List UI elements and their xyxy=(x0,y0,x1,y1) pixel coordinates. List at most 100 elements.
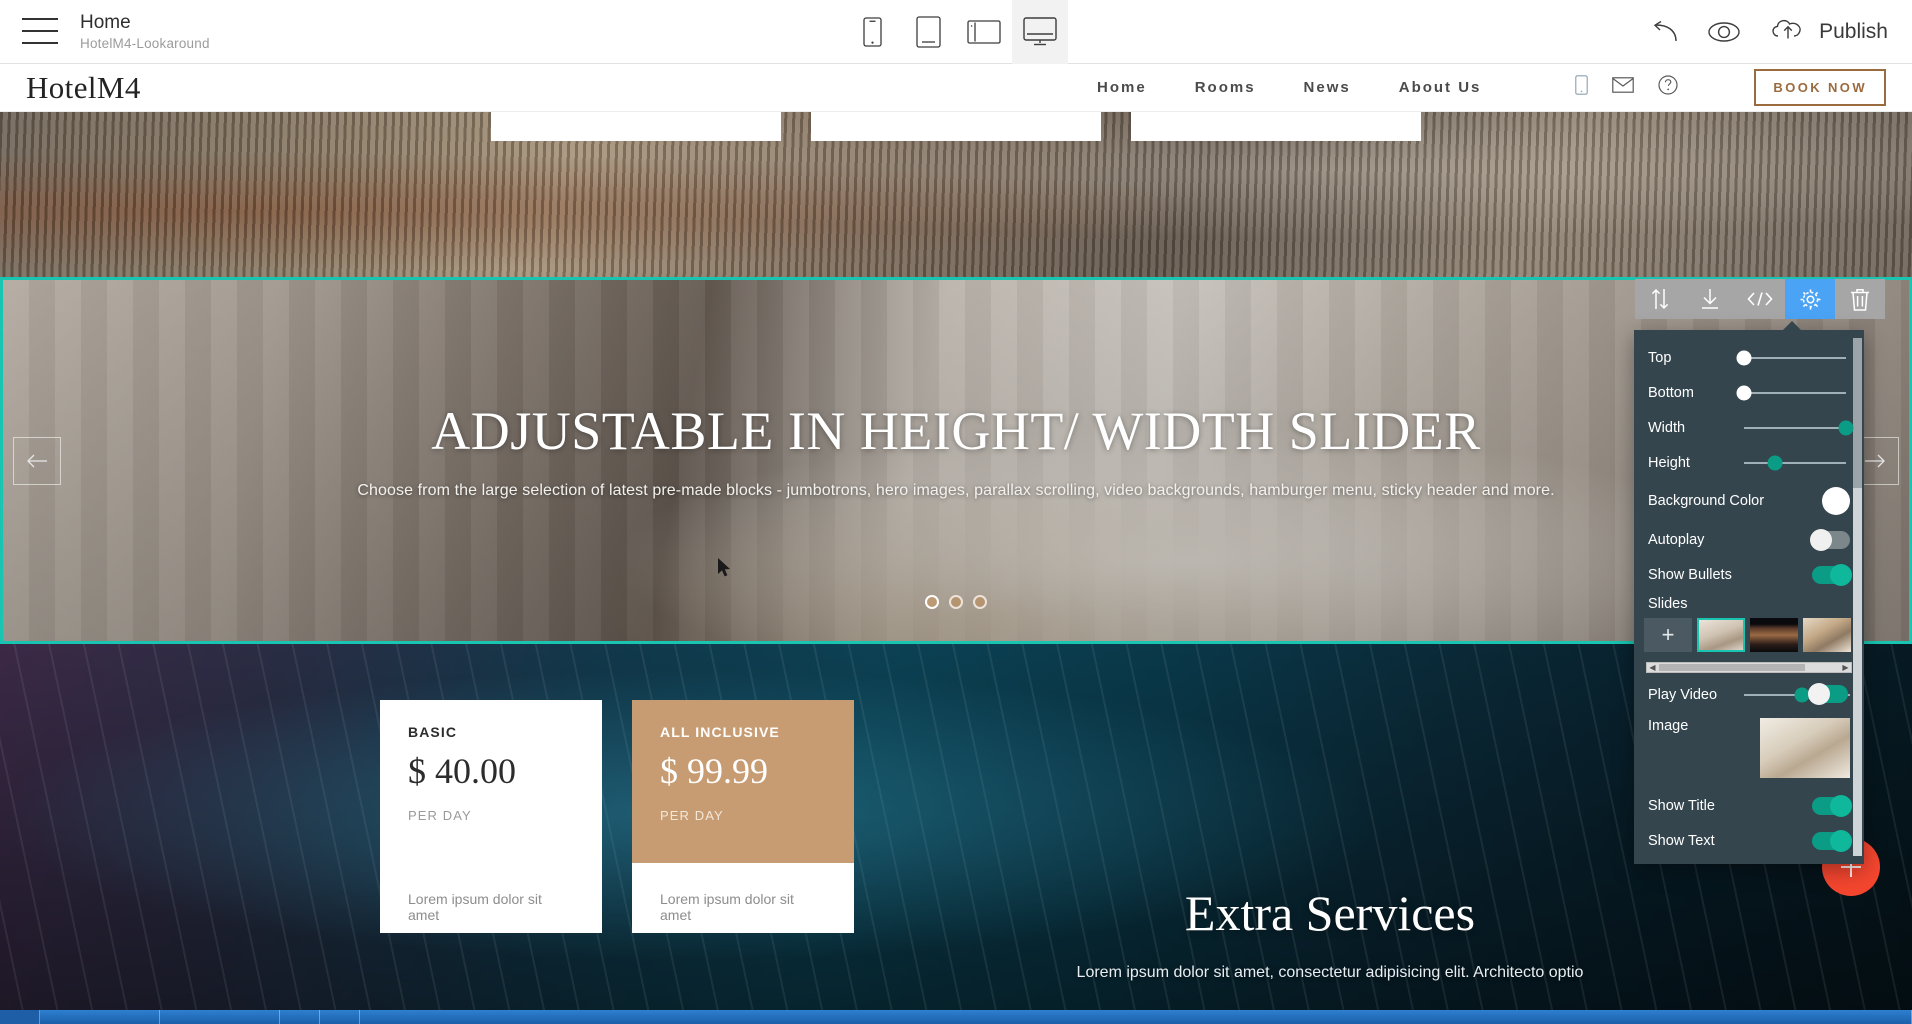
topbar-right: Publish xyxy=(1649,16,1888,47)
pricing-card-basic[interactable]: BASIC $ 40.00 PER DAY Lorem ipsum dolor … xyxy=(380,700,602,933)
site-brand[interactable]: HotelM4 xyxy=(26,70,141,106)
setting-show-text: Show Text xyxy=(1634,823,1864,858)
slider-bullet[interactable] xyxy=(949,595,963,609)
desktop-preview-button[interactable] xyxy=(1012,0,1068,64)
slider-top[interactable] xyxy=(1736,350,1846,365)
taskbar-item[interactable] xyxy=(320,1010,360,1024)
slide-thumb-2[interactable] xyxy=(1750,618,1798,652)
slide-thumb-3[interactable] xyxy=(1803,618,1851,652)
pricing-period: PER DAY xyxy=(660,808,724,823)
pricing-cards: BASIC $ 40.00 PER DAY Lorem ipsum dolor … xyxy=(380,700,854,933)
setting-height: Height xyxy=(1634,445,1864,480)
nav-item-news[interactable]: News xyxy=(1304,79,1351,96)
site-navbar: HotelM4 Home Rooms News About Us BOOK NO… xyxy=(0,64,1912,112)
taskbar-item[interactable] xyxy=(280,1010,320,1024)
undo-arrow-icon[interactable] xyxy=(1649,20,1679,44)
setting-image: Image xyxy=(1634,712,1864,788)
setting-label-background-color: Background Color xyxy=(1648,493,1765,509)
setting-background-color: Background Color xyxy=(1634,480,1864,522)
extra-services-title[interactable]: Extra Services xyxy=(980,884,1680,942)
add-slide-button[interactable]: + xyxy=(1644,618,1692,652)
setting-label-image: Image xyxy=(1648,718,1689,734)
nav-item-home[interactable]: Home xyxy=(1097,79,1147,96)
slider-height[interactable] xyxy=(1744,455,1846,470)
download-block-button[interactable] xyxy=(1685,279,1735,319)
slider-width[interactable] xyxy=(1744,420,1854,435)
scroll-right-icon[interactable]: ▶ xyxy=(1840,663,1851,672)
tablet-preview-button[interactable] xyxy=(900,0,956,64)
slider-knob[interactable] xyxy=(1736,350,1752,365)
slider-knob[interactable] xyxy=(1838,420,1854,435)
slider-knob[interactable] xyxy=(1736,385,1752,400)
setting-label-show-bullets: Show Bullets xyxy=(1648,566,1732,583)
feature-card[interactable]: READ MORE xyxy=(811,112,1101,141)
pricing-price: $ 99.99 xyxy=(660,751,768,791)
bottom-section: BASIC $ 40.00 PER DAY Lorem ipsum dolor … xyxy=(0,644,1912,1024)
eye-icon[interactable] xyxy=(1707,20,1741,44)
page-title: Home xyxy=(80,11,131,33)
site-canvas: HotelM4 Home Rooms News About Us BOOK NO… xyxy=(0,64,1912,1024)
slide-content: ADJUSTABLE IN HEIGHT/ WIDTH SLIDER Choos… xyxy=(3,400,1909,500)
show-text-toggle[interactable] xyxy=(1812,829,1852,852)
nav-item-about-us[interactable]: About Us xyxy=(1399,79,1482,96)
delete-block-button[interactable] xyxy=(1835,279,1885,319)
publish-button[interactable]: Publish xyxy=(1769,16,1888,47)
mobile-preview-button[interactable] xyxy=(844,0,900,64)
slide-title[interactable]: ADJUSTABLE IN HEIGHT/ WIDTH SLIDER xyxy=(3,400,1909,462)
show-bullets-toggle[interactable] xyxy=(1812,563,1852,586)
taskbar-item[interactable] xyxy=(0,1010,40,1024)
up-down-arrows-icon xyxy=(1651,288,1669,310)
pricing-price: $ 40.00 xyxy=(408,751,516,791)
project-name: HotelM4-Lookaround xyxy=(80,35,210,51)
slider-bottom[interactable] xyxy=(1736,385,1846,400)
book-now-button[interactable]: BOOK NOW xyxy=(1754,69,1886,106)
slider-block[interactable]: ADJUSTABLE IN HEIGHT/ WIDTH SLIDER Choos… xyxy=(0,277,1912,644)
extra-services-subtitle[interactable]: Lorem ipsum dolor sit amet, consectetur … xyxy=(980,964,1680,982)
slider-knob[interactable] xyxy=(1767,455,1783,470)
autoplay-toggle[interactable] xyxy=(1810,528,1850,551)
scroll-left-icon[interactable]: ◀ xyxy=(1647,663,1658,672)
setting-label-show-text: Show Text xyxy=(1648,832,1715,849)
image-preview[interactable] xyxy=(1760,718,1850,778)
setting-show-title: Show Title xyxy=(1634,788,1864,823)
slide-thumb-1[interactable] xyxy=(1697,618,1745,652)
play-video-toggle[interactable] xyxy=(1807,682,1848,705)
setting-width: Width xyxy=(1634,410,1864,445)
slides-thumbnails: + xyxy=(1634,614,1864,654)
mouse-cursor xyxy=(718,558,732,583)
setting-label-width: Width xyxy=(1648,419,1686,436)
phone-icon[interactable] xyxy=(1575,75,1589,100)
pricing-tier: BASIC xyxy=(408,724,458,740)
publish-label: Publish xyxy=(1819,19,1888,43)
slider-bullet[interactable] xyxy=(973,595,987,609)
taskbar-item[interactable] xyxy=(160,1010,280,1024)
envelope-icon[interactable] xyxy=(1612,77,1635,98)
panel-scrollbar-thumb[interactable] xyxy=(1853,338,1862,488)
slider-bullets xyxy=(3,595,1909,609)
nav-item-rooms[interactable]: Rooms xyxy=(1195,79,1256,96)
feature-card[interactable]: READ MORE xyxy=(491,112,781,141)
panel-scrollbar[interactable] xyxy=(1853,338,1862,856)
feature-card[interactable]: READ MORE xyxy=(1131,112,1421,141)
color-swatch[interactable] xyxy=(1822,487,1850,515)
builder-app: Home HotelM4-Lookaround Publish HotelM4 … xyxy=(0,0,1912,1024)
slider-bullet[interactable] xyxy=(925,595,939,609)
block-settings-button[interactable] xyxy=(1785,279,1835,319)
question-icon[interactable] xyxy=(1658,75,1679,100)
taskbar-item[interactable] xyxy=(40,1010,160,1024)
show-title-toggle[interactable] xyxy=(1812,794,1852,817)
slide-text[interactable]: Choose from the large selection of lates… xyxy=(3,482,1909,500)
trash-icon xyxy=(1851,288,1869,311)
slider-prev-button[interactable] xyxy=(13,436,61,485)
edit-code-button[interactable] xyxy=(1735,279,1785,319)
slides-scrollbar-thumb[interactable] xyxy=(1659,664,1805,671)
hamburger-icon[interactable] xyxy=(22,18,58,45)
play-video-slider[interactable] xyxy=(1744,682,1850,705)
pricing-description: Lorem ipsum dolor sit amet xyxy=(660,891,794,923)
move-block-button[interactable] xyxy=(1635,279,1685,319)
slides-scrollbar[interactable]: ◀ ▶ xyxy=(1646,662,1852,673)
arrow-right-icon xyxy=(1865,454,1885,467)
laptop-preview-button[interactable] xyxy=(956,0,1012,64)
pricing-card-all-inclusive[interactable]: ALL INCLUSIVE $ 99.99 PER DAY Lorem ipsu… xyxy=(632,700,854,933)
setting-label-bottom: Bottom xyxy=(1648,384,1694,401)
